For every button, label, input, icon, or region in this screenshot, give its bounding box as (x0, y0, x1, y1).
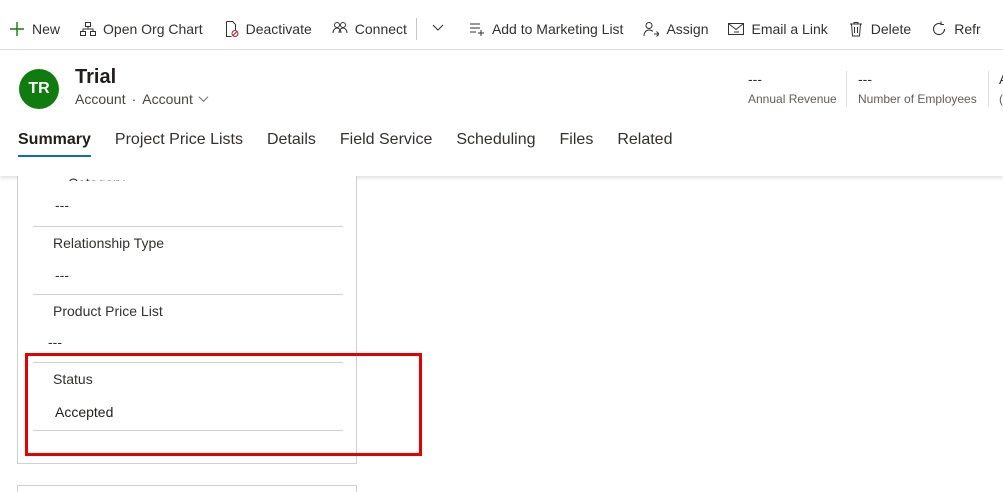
email-link-icon (728, 21, 745, 37)
owner-value: A (999, 71, 1003, 87)
owner-label: ( (999, 92, 1003, 106)
refresh-button[interactable]: Refr (922, 8, 991, 49)
field-relationship-type: Relationship Type --- (33, 227, 343, 295)
field-status: Status Accepted (33, 363, 343, 431)
header-field-owner: A ( (999, 71, 1003, 111)
deactivate-icon (223, 20, 239, 37)
chevron-down-icon (432, 20, 444, 38)
record-subtitle: Account · Account (75, 91, 209, 107)
header-field-annual-revenue: --- Annual Revenue (748, 71, 844, 111)
employees-label: Number of Employees (858, 92, 977, 106)
form-section: Category --- Relationship Type --- Produ… (17, 175, 357, 464)
employees-value: --- (858, 71, 872, 87)
entity-name: Account (75, 91, 126, 107)
assign-icon (643, 21, 660, 37)
tab-related[interactable]: Related (617, 131, 672, 161)
open-org-chart-button[interactable]: Open Org Chart (71, 8, 214, 49)
product-price-list-value[interactable]: --- (48, 334, 62, 350)
status-value[interactable]: Accepted (55, 404, 113, 420)
connect-more-button[interactable] (421, 8, 455, 49)
add-to-marketing-list-button[interactable]: Add to Marketing List (455, 8, 635, 49)
category-value[interactable]: --- (55, 197, 69, 213)
delete-label: Delete (870, 20, 912, 37)
add-list-icon (469, 21, 485, 37)
category-label: Category (68, 175, 125, 181)
next-section (17, 485, 357, 492)
tab-details[interactable]: Details (267, 131, 316, 161)
connect-label: Connect (354, 20, 407, 37)
connect-button[interactable]: Connect (323, 8, 418, 49)
form-selector[interactable]: Account (142, 91, 209, 107)
delete-button[interactable]: Delete (839, 8, 922, 49)
chevron-down-icon (193, 91, 209, 107)
open-org-chart-label: Open Org Chart (103, 20, 203, 37)
avatar: TR (19, 69, 59, 109)
add-to-marketing-list-label: Add to Marketing List (491, 20, 624, 37)
assign-label: Assign (666, 20, 709, 37)
header-divider (988, 71, 989, 107)
relationship-type-label: Relationship Type (53, 235, 165, 251)
separator-dot: · (131, 91, 137, 107)
refresh-label: Refr (954, 20, 981, 37)
header-field-employees: --- Number of Employees (858, 71, 984, 111)
tab-summary[interactable]: Summary (18, 131, 91, 161)
field-product-price-list: Product Price List --- (33, 295, 343, 363)
tab-project-price-lists[interactable]: Project Price Lists (115, 131, 243, 161)
deactivate-label: Deactivate (245, 20, 312, 37)
field-category: Category --- (33, 175, 343, 227)
relationship-type-value[interactable]: --- (55, 267, 69, 283)
delete-icon (848, 21, 864, 37)
tab-list: Summary Project Price Lists Details Fiel… (18, 131, 696, 161)
tab-files[interactable]: Files (560, 131, 594, 161)
page-title: Trial (75, 66, 117, 88)
product-price-list-label: Product Price List (53, 303, 163, 319)
command-bar: New Open Org Chart Deactivate Connect Ad… (0, 8, 1003, 50)
annual-revenue-label: Annual Revenue (748, 92, 837, 106)
new-button[interactable]: New (0, 8, 71, 49)
annual-revenue-value: --- (748, 71, 762, 87)
email-a-link-label: Email a Link (751, 20, 828, 37)
tab-scheduling[interactable]: Scheduling (456, 131, 535, 161)
record-header: TR Trial Account · Account --- Annual Re… (0, 51, 1003, 176)
refresh-icon (931, 21, 947, 37)
org-chart-icon (80, 21, 97, 37)
plus-icon (9, 21, 25, 37)
deactivate-button[interactable]: Deactivate (214, 8, 323, 49)
form-name: Account (142, 91, 193, 107)
status-label: Status (53, 371, 93, 387)
assign-button[interactable]: Assign (634, 8, 719, 49)
new-label: New (32, 20, 61, 37)
separator (415, 17, 417, 40)
tab-field-service[interactable]: Field Service (340, 131, 432, 161)
connect-icon (332, 21, 348, 37)
header-divider (846, 71, 847, 107)
email-a-link-button[interactable]: Email a Link (719, 8, 838, 49)
